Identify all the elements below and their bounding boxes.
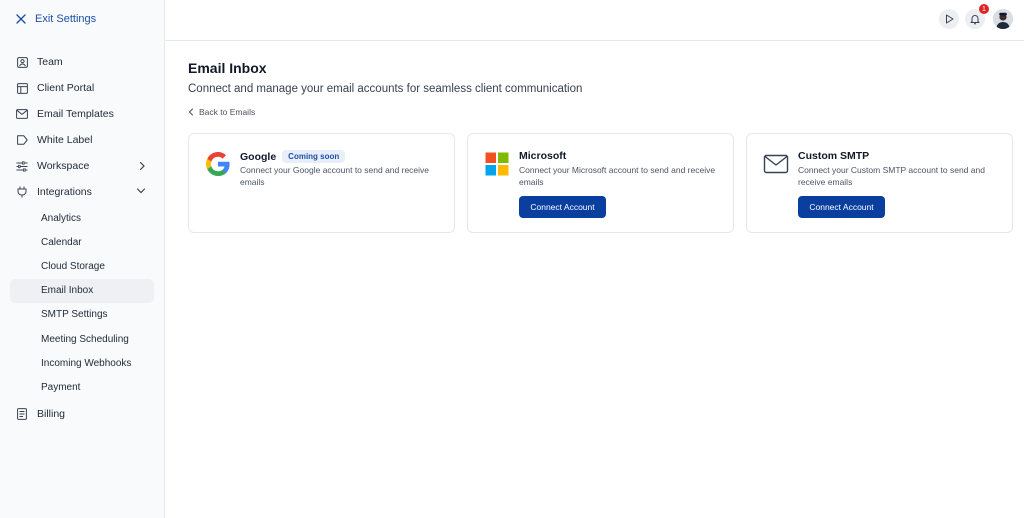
layout-icon xyxy=(16,82,28,94)
provider-name: Microsoft xyxy=(519,150,567,162)
notification-count-badge: 1 xyxy=(979,4,989,14)
sidebar-subitem-incoming-webhooks[interactable]: Incoming Webhooks xyxy=(10,351,154,375)
exit-settings-label: Exit Settings xyxy=(35,13,97,25)
google-name: Google xyxy=(240,151,277,163)
provider-description: Connect your Microsoft account to send a… xyxy=(519,165,716,187)
provider-description: Connect your Custom SMTP account to send… xyxy=(798,165,985,187)
bell-icon xyxy=(970,14,980,24)
google-logo-icon xyxy=(206,152,230,176)
settings-sidebar: Exit Settings Team Client Portal Email T… xyxy=(0,0,165,518)
chevron-down-icon xyxy=(136,188,146,194)
sidebar-subitem-smtp-settings[interactable]: SMTP Settings xyxy=(10,303,154,327)
integrations-submenu: Analytics Calendar Cloud Storage Email I… xyxy=(10,206,154,400)
google-provider-card: Google Coming soon Connect your Google ac… xyxy=(188,133,455,233)
connect-custom-smtp-button[interactable]: Connect Account xyxy=(798,196,885,218)
page-subtitle: Connect and manage your email accounts f… xyxy=(188,83,583,95)
sidebar-subitem-cloud-storage[interactable]: Cloud Storage xyxy=(10,254,154,278)
sidebar-item-team[interactable]: Team xyxy=(10,49,154,75)
play-icon xyxy=(945,14,953,24)
sidebar-item-billing[interactable]: Billing xyxy=(10,401,154,427)
sidebar-subitem-calendar[interactable]: Calendar xyxy=(10,230,154,254)
chevron-right-icon xyxy=(139,161,145,171)
sidebar-item-integrations[interactable]: Integrations xyxy=(10,179,154,205)
page-title: Email Inbox xyxy=(188,60,267,76)
sidebar-item-label: Billing xyxy=(37,407,66,420)
main-content: Email Inbox Connect and manage your emai… xyxy=(188,60,1014,233)
provider-name: Custom SMTP xyxy=(798,150,870,162)
custom-smtp-provider-card: Custom SMTP Connect your Custom SMTP acc… xyxy=(746,133,1013,233)
sidebar-subitem-email-inbox[interactable]: Email Inbox xyxy=(10,278,154,303)
provider-description: Connect your Google account to send and … xyxy=(240,165,430,187)
sidebar-item-email-templates[interactable]: Email Templates xyxy=(10,101,154,127)
connect-microsoft-button[interactable]: Connect Account xyxy=(519,196,606,218)
document-icon xyxy=(16,407,28,420)
top-bar: 1 xyxy=(165,0,1024,41)
microsoft-logo-icon xyxy=(485,152,509,176)
sidebar-item-label: Workspace xyxy=(37,160,90,172)
provider-name: Google Coming soon xyxy=(240,150,346,163)
sidebar-item-client-portal[interactable]: Client Portal xyxy=(10,75,154,101)
microsoft-provider-card: Microsoft Connect your Microsoft account… xyxy=(467,133,734,233)
mail-icon xyxy=(16,108,28,120)
avatar-image xyxy=(993,9,1013,29)
user-square-icon xyxy=(16,56,28,68)
sidebar-item-label: White Label xyxy=(37,134,93,146)
user-avatar[interactable] xyxy=(993,9,1013,29)
email-provider-cards: Google Coming soon Connect your Google ac… xyxy=(188,133,1014,233)
sidebar-subitem-meeting-scheduling[interactable]: Meeting Scheduling xyxy=(10,327,154,351)
plug-icon xyxy=(16,186,28,198)
sidebar-subitem-payment[interactable]: Payment xyxy=(10,375,154,399)
sliders-icon xyxy=(16,160,28,172)
sidebar-item-label: Client Portal xyxy=(37,82,95,94)
sidebar-item-white-label[interactable]: White Label xyxy=(10,127,154,153)
back-to-emails-link[interactable]: Back to Emails xyxy=(188,107,1014,117)
sidebar-item-label: Integrations xyxy=(37,186,92,198)
back-link-label: Back to Emails xyxy=(199,107,256,117)
play-button[interactable] xyxy=(939,9,959,29)
sidebar-item-label: Email Templates xyxy=(37,108,114,120)
settings-nav: Team Client Portal Email Templates White… xyxy=(10,49,154,427)
exit-settings-link[interactable]: Exit Settings xyxy=(16,13,96,25)
sidebar-subitem-analytics[interactable]: Analytics xyxy=(10,206,154,230)
mail-icon xyxy=(763,154,789,174)
tag-icon xyxy=(16,134,28,146)
sidebar-item-workspace[interactable]: Workspace xyxy=(10,153,154,179)
notifications-button[interactable]: 1 xyxy=(965,4,989,29)
close-icon xyxy=(16,14,26,24)
sidebar-item-label: Team xyxy=(37,56,63,68)
chevron-left-icon xyxy=(188,108,194,116)
coming-soon-badge: Coming soon xyxy=(282,150,346,163)
